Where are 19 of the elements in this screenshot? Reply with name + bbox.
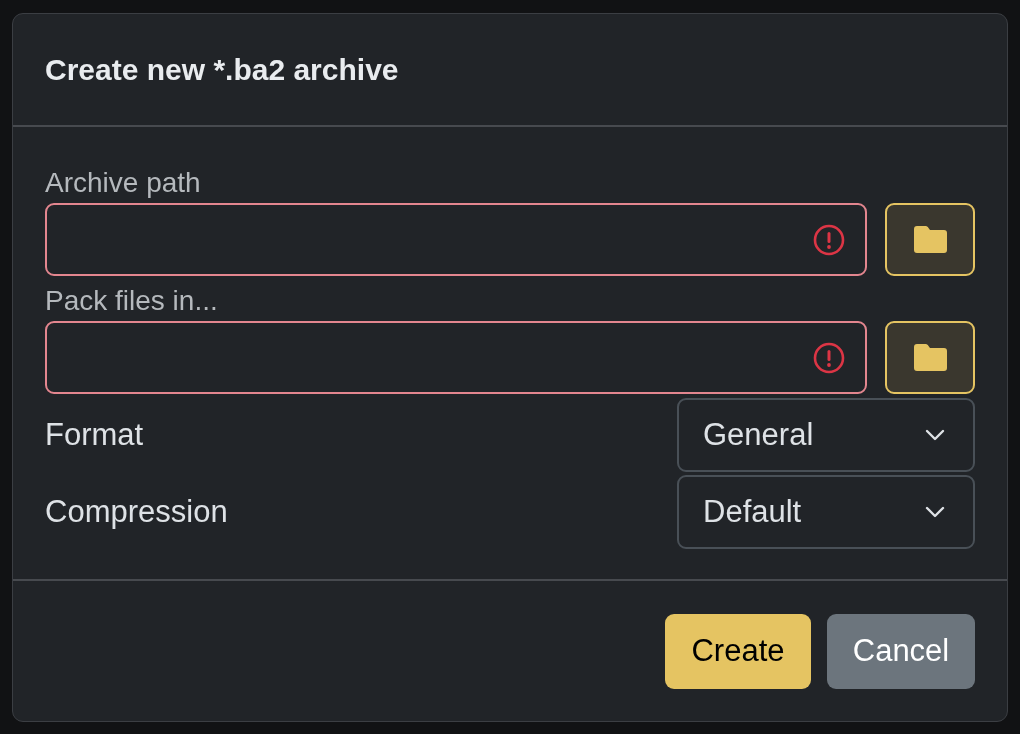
dropdown[interactable]: Default [677, 475, 975, 549]
error-icon [813, 223, 845, 256]
dialog-title: Create new *.ba2 archive [45, 52, 399, 88]
create-button[interactable]: Create [665, 614, 811, 689]
input-field[interactable] [45, 321, 867, 394]
field-label: Pack files in... [45, 284, 218, 318]
field-label: Archive path [45, 166, 201, 200]
error-icon [813, 341, 845, 374]
folder-icon [913, 344, 947, 371]
cancel-button[interactable]: Cancel [827, 614, 975, 689]
input-field[interactable] [45, 203, 867, 276]
folder-icon [913, 226, 947, 253]
field-label: Compression [45, 492, 228, 531]
dropdown[interactable]: General [677, 398, 975, 472]
chevron-down-icon [925, 506, 945, 518]
browse-folder-button[interactable] [885, 203, 975, 276]
chevron-down-icon [925, 429, 945, 441]
browse-folder-button[interactable] [885, 321, 975, 394]
field-label: Format [45, 415, 144, 454]
